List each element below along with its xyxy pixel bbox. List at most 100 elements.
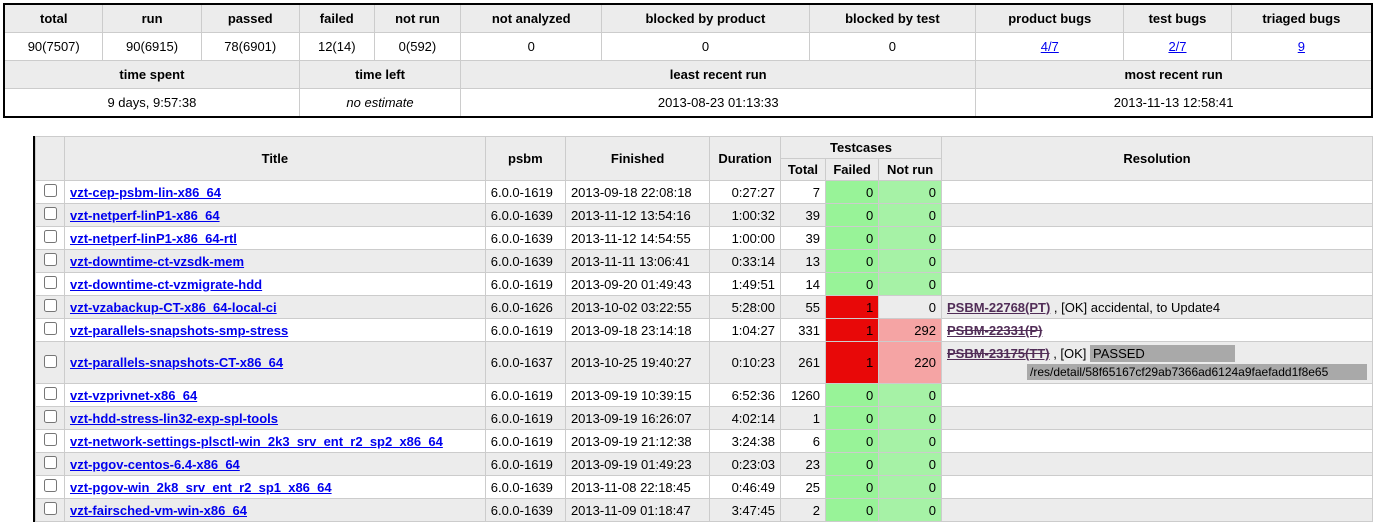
summary-value[interactable]: 9	[1231, 33, 1372, 61]
row-checkbox[interactable]	[44, 184, 57, 197]
notrun-cell: 0	[879, 499, 942, 522]
duration-cell: 0:23:03	[710, 453, 781, 476]
summary-link[interactable]: 4/7	[1041, 39, 1059, 54]
total-cell: 1	[780, 407, 825, 430]
duration-cell: 3:47:45	[710, 499, 781, 522]
summary-value: 2013-08-23 01:13:33	[461, 89, 976, 118]
run-title-link[interactable]: vzt-netperf-linP1-x86_64-rtl	[70, 231, 237, 246]
run-title-link[interactable]: vzt-pgov-centos-6.4-x86_64	[70, 457, 240, 472]
finished-cell: 2013-11-12 13:54:16	[565, 204, 709, 227]
run-title-link[interactable]: vzt-hdd-stress-lin32-exp-spl-tools	[70, 411, 278, 426]
run-title-link[interactable]: vzt-netperf-linP1-x86_64	[70, 208, 220, 223]
row-checkbox[interactable]	[44, 276, 57, 289]
summary-header: most recent run	[976, 61, 1372, 89]
table-row: vzt-netperf-linP1-x86_64-rtl6.0.0-163920…	[36, 227, 1373, 250]
failed-cell: 0	[825, 453, 878, 476]
col-title: Title	[65, 137, 486, 181]
total-cell: 39	[780, 204, 825, 227]
duration-cell: 1:00:32	[710, 204, 781, 227]
run-title-link[interactable]: vzt-vzabackup-CT-x86_64-local-ci	[70, 300, 277, 315]
summary-value: 0(592)	[374, 33, 460, 61]
psbm-cell: 6.0.0-1637	[485, 342, 565, 384]
row-checkbox[interactable]	[44, 230, 57, 243]
row-checkbox[interactable]	[44, 410, 57, 423]
summary-value[interactable]: 2/7	[1124, 33, 1231, 61]
run-title-link[interactable]: vzt-network-settings-plsctl-win_2k3_srv_…	[70, 434, 443, 449]
summary-header: least recent run	[461, 61, 976, 89]
table-row: vzt-netperf-linP1-x86_646.0.0-16392013-1…	[36, 204, 1373, 227]
resolution-cell	[942, 181, 1373, 204]
col-resolution: Resolution	[942, 137, 1373, 181]
resolution-cell	[942, 204, 1373, 227]
bug-link[interactable]: PSBM-22331(P)	[947, 323, 1042, 338]
summary-header: time left	[299, 61, 460, 89]
failed-cell: 1	[825, 319, 878, 342]
table-row: vzt-network-settings-plsctl-win_2k3_srv_…	[36, 430, 1373, 453]
psbm-cell: 6.0.0-1619	[485, 384, 565, 407]
status-badge: PASSED	[1090, 345, 1235, 362]
total-cell: 6	[780, 430, 825, 453]
duration-cell: 0:46:49	[710, 476, 781, 499]
summary-header: time spent	[4, 61, 299, 89]
failed-cell: 0	[825, 273, 878, 296]
row-checkbox[interactable]	[44, 433, 57, 446]
finished-cell: 2013-09-18 22:08:18	[565, 181, 709, 204]
finished-cell: 2013-11-11 13:06:41	[565, 250, 709, 273]
total-cell: 2	[780, 499, 825, 522]
duration-cell: 1:49:51	[710, 273, 781, 296]
run-title-link[interactable]: vzt-downtime-ct-vzmigrate-hdd	[70, 277, 262, 292]
row-checkbox[interactable]	[44, 456, 57, 469]
row-checkbox[interactable]	[44, 479, 57, 492]
run-title-link[interactable]: vzt-downtime-ct-vzsdk-mem	[70, 254, 244, 269]
psbm-cell: 6.0.0-1639	[485, 499, 565, 522]
summary-value: 90(7507)	[4, 33, 103, 61]
run-title-link[interactable]: vzt-fairsched-vm-win-x86_64	[70, 503, 247, 518]
col-tc-notrun: Not run	[879, 159, 942, 181]
summary-header: blocked by test	[809, 4, 976, 33]
psbm-cell: 6.0.0-1619	[485, 430, 565, 453]
table-row: vzt-downtime-ct-vzsdk-mem6.0.0-16392013-…	[36, 250, 1373, 273]
summary-header: not analyzed	[461, 4, 602, 33]
summary-link[interactable]: 9	[1298, 39, 1305, 54]
finished-cell: 2013-09-19 16:26:07	[565, 407, 709, 430]
summary-value[interactable]: 4/7	[976, 33, 1124, 61]
summary-link[interactable]: 2/7	[1168, 39, 1186, 54]
run-title-link[interactable]: vzt-vzprivnet-x86_64	[70, 388, 197, 403]
duration-cell: 1:04:27	[710, 319, 781, 342]
bug-link[interactable]: PSBM-23175(TT)	[947, 346, 1050, 361]
resolution-cell	[942, 430, 1373, 453]
run-title-link[interactable]: vzt-pgov-win_2k8_srv_ent_r2_sp1_x86_64	[70, 480, 332, 495]
table-row: vzt-cep-psbm-lin-x86_646.0.0-16192013-09…	[36, 181, 1373, 204]
row-checkbox[interactable]	[44, 322, 57, 335]
notrun-cell: 220	[879, 342, 942, 384]
col-psbm: psbm	[485, 137, 565, 181]
run-title-link[interactable]: vzt-parallels-snapshots-CT-x86_64	[70, 355, 283, 370]
run-title-link[interactable]: vzt-cep-psbm-lin-x86_64	[70, 185, 221, 200]
row-checkbox[interactable]	[44, 299, 57, 312]
psbm-cell: 6.0.0-1619	[485, 319, 565, 342]
duration-cell: 0:27:27	[710, 181, 781, 204]
duration-cell: 4:02:14	[710, 407, 781, 430]
total-cell: 14	[780, 273, 825, 296]
summary-value: 78(6901)	[201, 33, 299, 61]
col-checkbox	[36, 137, 65, 181]
row-checkbox[interactable]	[44, 253, 57, 266]
row-checkbox[interactable]	[44, 355, 57, 368]
failed-cell: 0	[825, 181, 878, 204]
finished-cell: 2013-09-19 10:39:15	[565, 384, 709, 407]
table-row: vzt-pgov-win_2k8_srv_ent_r2_sp1_x86_646.…	[36, 476, 1373, 499]
notrun-cell: 0	[879, 204, 942, 227]
row-checkbox[interactable]	[44, 207, 57, 220]
summary-header: passed	[201, 4, 299, 33]
bug-link[interactable]: PSBM-22768(PT)	[947, 300, 1050, 315]
resolution-cell	[942, 499, 1373, 522]
finished-cell: 2013-10-02 03:22:55	[565, 296, 709, 319]
notrun-cell: 0	[879, 453, 942, 476]
notrun-cell: 0	[879, 181, 942, 204]
summary-value: no estimate	[299, 89, 460, 118]
row-checkbox[interactable]	[44, 387, 57, 400]
run-title-link[interactable]: vzt-parallels-snapshots-smp-stress	[70, 323, 288, 338]
row-checkbox[interactable]	[44, 502, 57, 515]
failed-cell: 1	[825, 296, 878, 319]
table-row: vzt-downtime-ct-vzmigrate-hdd6.0.0-16192…	[36, 273, 1373, 296]
